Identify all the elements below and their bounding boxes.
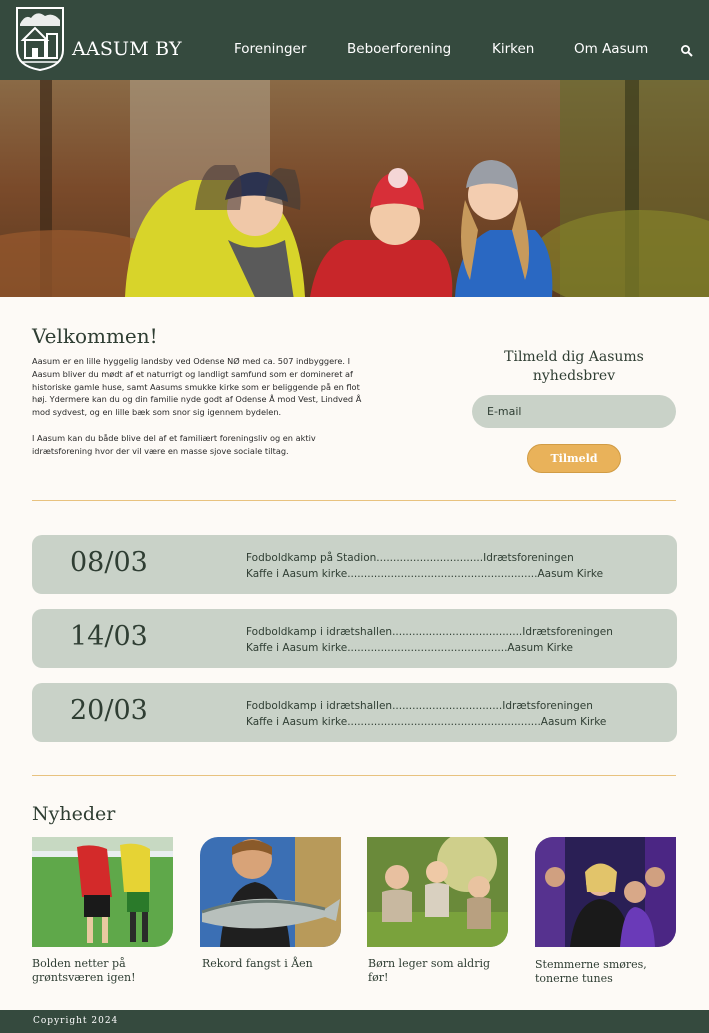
- nav-om-aasum[interactable]: Om Aasum: [574, 41, 648, 57]
- welcome-title: Velkommen!: [32, 324, 158, 348]
- site-footer: Copyright 2024: [0, 1010, 709, 1033]
- event-line: Fodboldkamp i idrætshallen..............…: [246, 626, 613, 638]
- news-image-choir[interactable]: [535, 837, 676, 947]
- newsletter-title: Tilmeld dig Aasums nyhedsbrev: [504, 349, 644, 384]
- news-image-fish[interactable]: [200, 837, 341, 947]
- event-date: 14/03: [70, 621, 148, 652]
- welcome-paragraph: Aasum er en lille hyggelig landsby ved O…: [32, 356, 362, 418]
- event-line: Kaffe i Aasum kirke.....................…: [246, 716, 607, 728]
- welcome-paragraph: I Aasum kan du både blive del af et fami…: [32, 432, 316, 456]
- event-line: Fodboldkamp i idrætshallen..............…: [246, 700, 593, 712]
- event-line: Kaffe i Aasum kirke.....................…: [246, 568, 604, 580]
- news-caption[interactable]: Stemmerne smøres, tonerne tunes: [535, 958, 665, 986]
- village-crest-logo[interactable]: [15, 6, 65, 72]
- news-title: Nyheder: [32, 803, 116, 825]
- news-caption[interactable]: Bolden netter på grøntsværen igen!: [32, 957, 177, 985]
- email-field[interactable]: [472, 395, 676, 428]
- news-image-children[interactable]: [367, 837, 508, 947]
- site-title[interactable]: AASUM BY: [72, 38, 182, 60]
- news-caption[interactable]: Børn leger som aldrig før!: [368, 957, 513, 985]
- event-card[interactable]: 08/03 Fodboldkamp på Stadion............…: [32, 535, 677, 594]
- divider: [32, 775, 676, 776]
- event-date: 08/03: [70, 547, 148, 578]
- nav-foreninger[interactable]: Foreninger: [234, 41, 306, 57]
- event-card[interactable]: 20/03 Fodboldkamp i idrætshallen........…: [32, 683, 677, 742]
- welcome-text: Aasum er en lille hyggelig landsby ved O…: [32, 355, 372, 471]
- site-header: AASUM BY Foreninger Beboerforening Kirke…: [0, 0, 709, 80]
- event-line: Kaffe i Aasum kirke.....................…: [246, 642, 574, 654]
- subscribe-button[interactable]: Tilmeld: [527, 444, 621, 473]
- nav-beboerforening[interactable]: Beboerforening: [347, 41, 451, 57]
- nav-kirken[interactable]: Kirken: [492, 41, 534, 57]
- event-card[interactable]: 14/03 Fodboldkamp i idrætshallen........…: [32, 609, 677, 668]
- event-date: 20/03: [70, 695, 148, 726]
- event-line: Fodboldkamp på Stadion..................…: [246, 552, 574, 564]
- hero-image: [0, 80, 709, 297]
- news-caption[interactable]: Rekord fangst i Åen: [202, 957, 347, 971]
- news-image-football[interactable]: [32, 837, 173, 947]
- divider: [32, 500, 676, 501]
- search-icon[interactable]: [680, 44, 694, 58]
- copyright-text: Copyright 2024: [33, 1016, 119, 1026]
